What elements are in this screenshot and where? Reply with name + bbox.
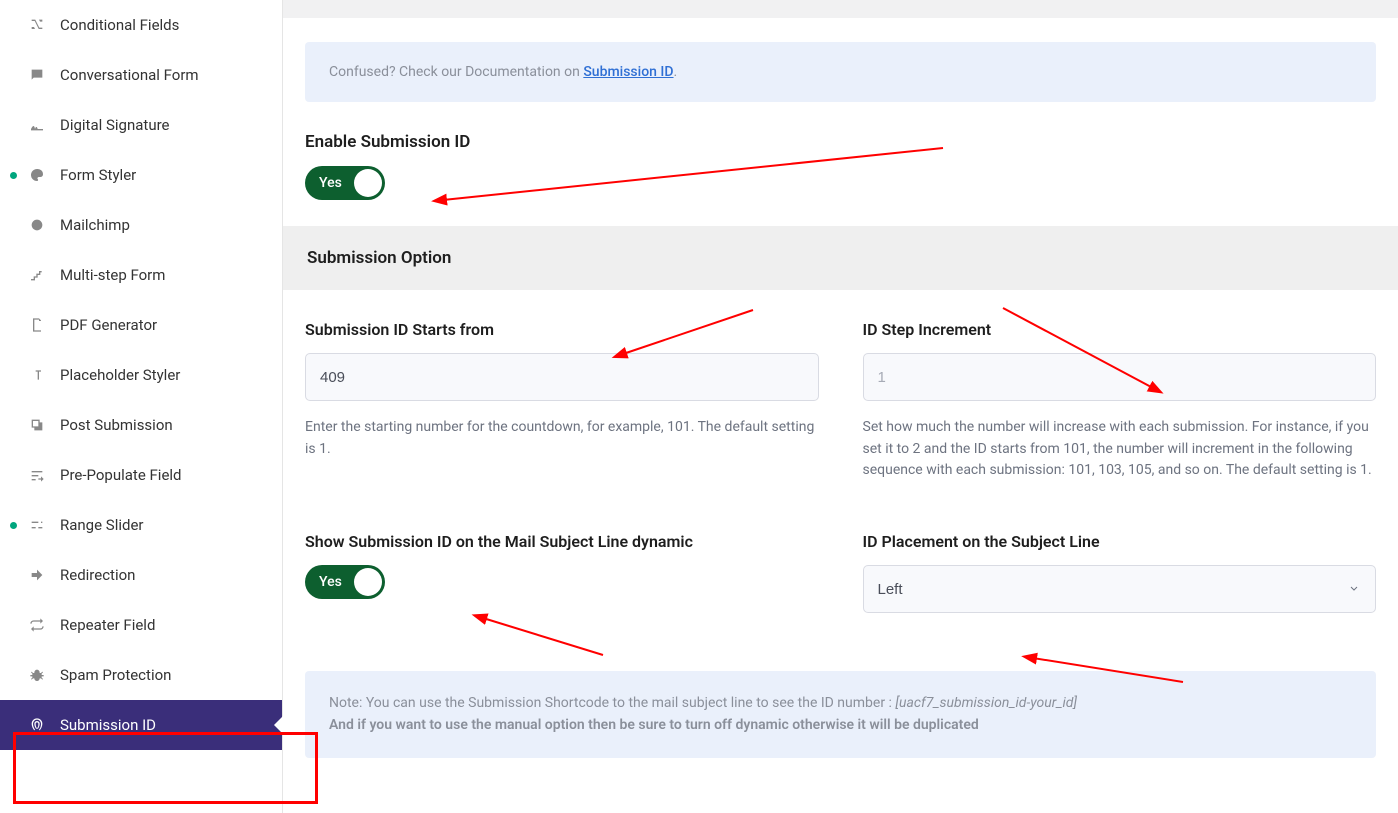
sidebar-item-label: Mailchimp [60,216,130,234]
signature-icon [28,116,46,134]
show-mail-toggle[interactable]: Yes [305,565,385,599]
sidebar-item-multistep-form[interactable]: Multi-step Form [0,250,282,300]
toggle-text: Yes [319,574,342,590]
sidebar-item-repeater-field[interactable]: Repeater Field [0,600,282,650]
prepopulate-icon [28,466,46,484]
repeat-icon [28,616,46,634]
active-dot-icon [10,522,17,529]
sidebar-item-spam-protection[interactable]: Spam Protection [0,650,282,700]
increment-label: ID Step Increment [863,320,1377,339]
sidebar-item-label: Multi-step Form [60,266,165,284]
toggle-knob-icon [354,568,382,596]
note-box: Note: You can use the Submission Shortco… [305,671,1376,758]
chat-icon [28,66,46,84]
sidebar-item-pre-populate-field[interactable]: Pre-Populate Field [0,450,282,500]
placement-column: ID Placement on the Subject Line Left [863,532,1377,613]
text-icon [28,366,46,384]
sidebar-item-label: Redirection [60,566,135,584]
post-icon [28,416,46,434]
enable-submission-id-group: Enable Submission ID Yes [305,132,1376,200]
sidebar-item-label: Form Styler [60,166,136,184]
mailchimp-icon [28,216,46,234]
sidebar-item-conditional-fields[interactable]: Conditional Fields [0,0,282,50]
options-grid-row-2: Show Submission ID on the Mail Subject L… [305,532,1376,613]
starts-from-label: Submission ID Starts from [305,320,819,339]
redirect-icon [28,566,46,584]
bug-icon [28,666,46,684]
sidebar-item-placeholder-styler[interactable]: Placeholder Styler [0,350,282,400]
steps-icon [28,266,46,284]
options-grid-row-1: Submission ID Starts from Enter the star… [305,320,1376,482]
sidebar: Conditional Fields Conversational Form D… [0,0,283,813]
sidebar-item-label: Repeater Field [60,616,155,634]
slider-icon [28,516,46,534]
increment-input[interactable] [863,353,1377,401]
note-shortcode: [uacf7_submission_id-your_id] [895,695,1077,711]
increment-column: ID Step Increment Set how much the numbe… [863,320,1377,482]
sidebar-item-label: Range Slider [60,516,143,534]
starts-from-helper: Enter the starting number for the countd… [305,417,819,460]
note-line2: And if you want to use the manual option… [329,717,979,733]
starts-from-column: Submission ID Starts from Enter the star… [305,320,819,482]
sidebar-item-form-styler[interactable]: Form Styler [0,150,282,200]
placement-label: ID Placement on the Subject Line [863,532,1377,551]
pdf-icon [28,316,46,334]
top-bar-strip [283,0,1398,18]
sidebar-item-label: Conversational Form [60,66,199,84]
sidebar-item-label: PDF Generator [60,316,157,334]
main-content: Confused? Check our Documentation on Sub… [283,0,1398,813]
shuffle-icon [28,16,46,34]
sidebar-item-label: Pre-Populate Field [60,466,182,484]
documentation-info-box: Confused? Check our Documentation on Sub… [305,42,1376,102]
toggle-knob-icon [354,169,382,197]
sidebar-item-label: Placeholder Styler [60,366,180,384]
app-root: Conditional Fields Conversational Form D… [0,0,1398,813]
note-line1-prefix: Note: You can use the Submission Shortco… [329,695,895,711]
paint-icon [28,166,46,184]
sidebar-item-range-slider[interactable]: Range Slider [0,500,282,550]
increment-helper: Set how much the number will increase wi… [863,417,1377,482]
sidebar-item-redirection[interactable]: Redirection [0,550,282,600]
info-prefix: Confused? Check our Documentation on [329,64,583,80]
placement-select[interactable]: Left [863,565,1377,613]
sidebar-item-mailchimp[interactable]: Mailchimp [0,200,282,250]
active-dot-icon [10,172,17,179]
sidebar-item-pdf-generator[interactable]: PDF Generator [0,300,282,350]
info-suffix: . [674,64,678,80]
highlight-annotation [13,732,318,804]
sidebar-item-digital-signature[interactable]: Digital Signature [0,100,282,150]
enable-submission-id-toggle[interactable]: Yes [305,166,385,200]
enable-submission-id-label: Enable Submission ID [305,132,1376,152]
show-mail-label: Show Submission ID on the Mail Subject L… [305,532,819,551]
sidebar-item-label: Post Submission [60,416,173,434]
toggle-text: Yes [319,175,342,191]
submission-option-header: Submission Option [283,226,1398,290]
sidebar-item-label: Conditional Fields [60,16,179,34]
sidebar-item-post-submission[interactable]: Post Submission [0,400,282,450]
show-mail-column: Show Submission ID on the Mail Subject L… [305,532,819,613]
starts-from-input[interactable] [305,353,819,401]
sidebar-item-conversational-form[interactable]: Conversational Form [0,50,282,100]
documentation-link[interactable]: Submission ID [583,64,673,80]
sidebar-item-label: Spam Protection [60,666,171,684]
sidebar-item-label: Digital Signature [60,116,170,134]
